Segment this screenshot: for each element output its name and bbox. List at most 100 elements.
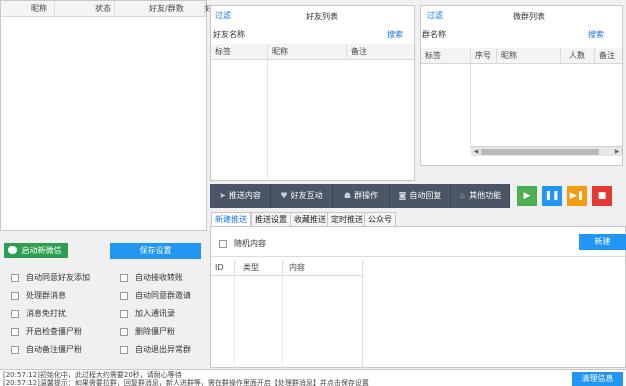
scroll-thumb[interactable]	[481, 149, 599, 155]
func-button-label: 群操作	[354, 191, 379, 200]
group-icon: ☗	[343, 191, 352, 200]
col-members[interactable]: 人数	[561, 48, 595, 64]
wechat-icon	[8, 245, 17, 254]
option-checkbox[interactable]	[11, 345, 19, 354]
friend-name-label: 好友名称	[213, 30, 245, 39]
option-checkbox[interactable]	[120, 345, 128, 354]
col-type[interactable]: 类型	[235, 260, 283, 276]
random-content-option[interactable]: 随机内容	[219, 238, 266, 249]
col-id[interactable]: ID	[211, 260, 235, 276]
func-button-label: 其他功能	[469, 191, 502, 200]
pause-button[interactable]: ❚❚	[542, 186, 562, 206]
option-item[interactable]: 自动接收转账	[120, 272, 183, 284]
option-item[interactable]: 自动同意群邀请	[120, 290, 191, 302]
option-label: 开启检查僵尸粉	[26, 327, 82, 336]
save-settings-button[interactable]: 保存设置	[110, 243, 201, 259]
tab-4[interactable]: 公众号	[364, 212, 396, 226]
func-button-3[interactable]: ◙ 自动回复	[390, 184, 451, 208]
friend-search-link[interactable]: 搜索	[387, 29, 403, 40]
friend-list-panel: 过滤 好友列表 好友名称 搜索 标签 昵称 备注	[210, 5, 415, 181]
col-status[interactable]: 状态	[55, 1, 115, 17]
option-checkbox[interactable]	[11, 327, 19, 336]
col-nickname[interactable]: 昵称	[1, 1, 55, 17]
col-remark[interactable]: 备注	[595, 48, 622, 64]
push-table: ID 类型 内容	[211, 260, 363, 368]
scroll-left-icon[interactable]: ◀	[471, 147, 481, 157]
option-checkbox[interactable]	[11, 309, 19, 318]
func-button-2[interactable]: ☗ 群操作	[333, 184, 390, 208]
stop-icon: ■	[597, 191, 607, 201]
push-panel: 随机内容 ID 类型 内容	[210, 226, 626, 368]
func-button-label: 好友互动	[290, 191, 323, 200]
col-divider	[234, 276, 235, 368]
option-item[interactable]: 删除僵尸粉	[120, 326, 175, 338]
heart-icon: ♥	[280, 191, 288, 200]
col-content[interactable]: 内容	[283, 260, 362, 276]
func-button-label: 自动回复	[409, 191, 442, 200]
stop-button[interactable]: ■	[592, 186, 612, 206]
new-push-button[interactable]: 新建	[579, 234, 626, 250]
send-icon: ➤	[219, 191, 226, 200]
play-button[interactable]: ▶	[517, 186, 537, 206]
random-content-checkbox[interactable]	[219, 239, 227, 248]
option-label: 自动接收转账	[135, 273, 183, 282]
func-button-4[interactable]: ♨ 其他功能	[451, 184, 510, 208]
start-wechat-label: 启动新微信	[21, 246, 62, 255]
col-divider	[282, 276, 283, 368]
log-line: [20:57:12]温馨提示：如果需要拉群，回复群消息，新人进群等，需在群操作里…	[3, 379, 369, 386]
col-nickname[interactable]: 昵称	[268, 44, 347, 60]
flame-icon: ♨	[458, 191, 467, 200]
tab-3[interactable]: 定时推送	[327, 212, 367, 226]
friend-list-divider	[267, 60, 268, 178]
col-index[interactable]: 序号	[471, 48, 497, 64]
tab-2[interactable]: 收藏推送	[290, 212, 330, 226]
group-list-header: 标签 序号 昵称 人数 备注	[421, 48, 622, 64]
col-remark[interactable]: 备注	[347, 44, 414, 60]
option-label: 删除僵尸粉	[135, 327, 175, 336]
scroll-right-icon[interactable]: ▶	[612, 147, 622, 157]
option-item[interactable]: 自动退出异常群	[120, 344, 191, 356]
option-checkbox[interactable]	[120, 327, 128, 336]
option-label: 加入通讯录	[135, 309, 175, 318]
option-item[interactable]: 加入通讯录	[120, 308, 175, 320]
push-divider	[211, 256, 625, 257]
pause-icon: ❚❚	[544, 191, 560, 201]
step-icon: ▶❚	[569, 191, 585, 201]
col-tag[interactable]: 标签	[211, 44, 268, 60]
option-label: 处理群消息	[26, 291, 66, 300]
option-item[interactable]: 自动备注僵尸粉	[11, 344, 82, 356]
option-checkbox[interactable]	[120, 291, 128, 300]
friend-list-header: 标签 昵称 备注	[211, 44, 414, 60]
option-checkbox[interactable]	[11, 273, 19, 282]
group-name-label: 群名称	[422, 30, 446, 39]
option-item[interactable]: 消息免打扰	[11, 308, 66, 320]
group-list-divider	[470, 64, 471, 148]
push-table-header: ID 类型 内容	[211, 260, 362, 276]
account-table: 昵称 状态 好友/群数 好	[0, 0, 211, 231]
option-item[interactable]: 自动同意好友添加	[11, 272, 90, 284]
option-item[interactable]: 开启检查僵尸粉	[11, 326, 82, 338]
group-search-link[interactable]: 搜索	[588, 29, 604, 40]
group-list-panel: 过滤 微群列表 群名称 搜索 标签 序号 昵称 人数 备注 ◀ ▶	[420, 5, 623, 166]
func-button-1[interactable]: ♥ 好友互动	[271, 184, 333, 208]
robot-icon: ◙	[398, 191, 407, 200]
func-button-0[interactable]: ➤ 推送内容	[210, 184, 271, 208]
start-wechat-button[interactable]: 启动新微信	[4, 243, 68, 258]
col-count[interactable]: 好友/群数	[115, 1, 205, 17]
clear-log-button[interactable]: 清理信息	[572, 372, 623, 386]
option-checkbox[interactable]	[120, 273, 128, 282]
step-button[interactable]: ▶❚	[567, 186, 587, 206]
option-item[interactable]: 处理群消息	[11, 290, 66, 302]
group-filter-link[interactable]: 过滤	[427, 10, 443, 21]
option-label: 自动同意好友添加	[26, 273, 90, 282]
group-list-hscrollbar[interactable]: ◀ ▶	[471, 146, 622, 156]
tab-0[interactable]: 新建推送	[211, 212, 251, 226]
option-checkbox[interactable]	[120, 309, 128, 318]
option-checkbox[interactable]	[11, 291, 19, 300]
option-label: 自动退出异常群	[135, 345, 191, 354]
tab-1[interactable]: 推送设置	[251, 212, 291, 226]
col-tag[interactable]: 标签	[421, 48, 471, 64]
col-nickname[interactable]: 昵称	[497, 48, 561, 64]
func-button-label: 推送内容	[228, 191, 261, 200]
friend-filter-link[interactable]: 过滤	[215, 10, 231, 21]
